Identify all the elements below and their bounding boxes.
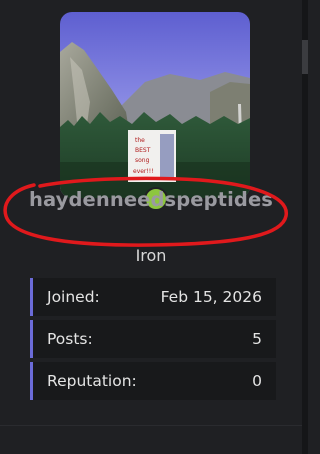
- stat-value-joined: Feb 15, 2026: [160, 288, 262, 306]
- stat-row-reputation: Reputation: 0: [30, 362, 276, 400]
- scrollbar-track[interactable]: [302, 0, 308, 454]
- avatar[interactable]: the BEST song ever!!!: [60, 12, 250, 198]
- stat-row-posts[interactable]: Posts: 5: [30, 320, 276, 358]
- user-title: Iron: [135, 246, 167, 264]
- stats-list: Joined: Feb 15, 2026 Posts: 5 Reputation…: [30, 278, 276, 404]
- avatar-caption-line-1: the: [135, 137, 145, 144]
- stat-row-joined: Joined: Feb 15, 2026: [30, 278, 276, 316]
- avatar-caption-line-3: song: [135, 157, 150, 164]
- avatar-caption-line-4: ever!!!: [133, 168, 154, 175]
- stat-label-joined: Joined:: [47, 288, 100, 306]
- avatar-caption-line-2: BEST: [135, 147, 151, 154]
- stat-label-reputation: Reputation:: [47, 372, 137, 390]
- stat-value-posts[interactable]: 5: [252, 330, 262, 348]
- scrollbar-thumb[interactable]: [302, 40, 308, 74]
- divider: [0, 425, 302, 426]
- stat-value-reputation: 0: [252, 372, 262, 390]
- stat-label-posts: Posts:: [47, 330, 93, 348]
- username[interactable]: haydenneedspeptides: [0, 188, 302, 211]
- avatar-image: the BEST song ever!!!: [60, 12, 250, 198]
